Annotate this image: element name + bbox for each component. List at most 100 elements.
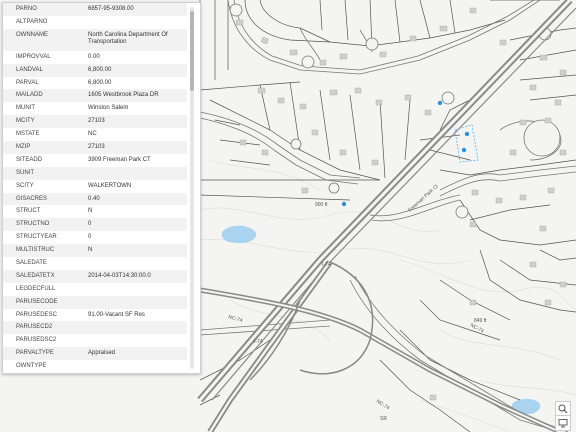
attribute-row-landval: LANDVAL 6,800.00 (3, 63, 187, 77)
attribute-key: STRUCTYEAR (16, 234, 57, 241)
attribute-key: PARUSEDESC (16, 311, 57, 318)
attribute-value: 6857-95-9308.00 (88, 6, 134, 12)
attribute-key: PARVAL (16, 79, 39, 86)
buildings (235, 7, 567, 401)
attribute-row-parusedesc: PARUSEDESC 91.00-Vacant SF Res (3, 309, 187, 322)
attribute-key: PARUSECD2 (16, 324, 53, 331)
zoom-icon (558, 404, 568, 414)
attribute-row-parusecode: PARUSECODE (3, 295, 187, 309)
attribute-value: 0.00 (88, 53, 100, 60)
attribute-value: 91.00-Vacant SF Res (88, 311, 145, 318)
pond-1 (221, 225, 257, 244)
attribute-key: MULTISTRUC (16, 247, 55, 254)
monitor-icon (558, 419, 568, 428)
attribute-key: SALEDATE (16, 260, 47, 267)
attribute-key: SITEADD (16, 156, 43, 163)
attribute-value: 2014-04-03T14:30:00.0 (88, 272, 151, 279)
attribute-value (85, 167, 187, 170)
attribute-value (85, 283, 187, 286)
attribute-key: STRUCTNO (16, 221, 50, 228)
attribute-key: LANDVAL (16, 66, 43, 73)
attribute-row-parval: PARVAL 6,800.00 (3, 77, 187, 90)
interstate-highway (197, 0, 576, 432)
attribute-row-siteadd: SITEADD 3909 Freeman Park CT (3, 154, 187, 167)
attribute-key: MAILADD (16, 92, 43, 99)
label-nc74-a: NC-74 (227, 314, 243, 324)
attribute-row-mstate: MSTATE NC (3, 128, 187, 141)
attribute-table: PARNO 6857-95-9308.00 ALTPARNO OWNNAME North… (3, 3, 187, 373)
attribute-row-structyear: STRUCTYEAR 0 (3, 231, 187, 244)
attribute-row-saledatetx: SALEDATETX 2014-04-03T14:30:00.0 (3, 269, 187, 283)
attribute-key: PARUSEDSC2 (16, 337, 57, 344)
attribute-row-mcity: MCITY 27103 (3, 115, 187, 129)
attribute-value: N (88, 247, 93, 254)
attribute-row-parno: PARNO 6857-95-9308.00 (3, 3, 187, 16)
attribute-value: WALKERTOWN (88, 182, 132, 189)
selected-parcel (454, 124, 479, 163)
panel-scrollbar-thumb[interactable] (190, 11, 194, 91)
attribute-key: SALEDATETX (16, 272, 55, 279)
attribute-panel: PARNO 6857-95-9308.00 ALTPARNO OWNNAME North… (2, 2, 201, 374)
attribute-row-mailadd: MAILADD 1605 Westbrook Plaza DR (3, 89, 187, 103)
attribute-value: Appraised (88, 350, 116, 357)
monitor-button[interactable] (555, 415, 571, 431)
attribute-row-saledate: SALEDATE (3, 257, 187, 270)
attribute-value (85, 16, 187, 19)
attribute-value (85, 321, 187, 324)
attribute-row-owntype: OWNTYPE (3, 360, 187, 373)
attribute-key: SCITY (16, 182, 34, 189)
attribute-value: North Carolina Department Of Transportat… (88, 31, 168, 45)
label-nc74-b: NC-74 (375, 399, 391, 412)
attribute-value (85, 257, 187, 260)
attribute-key: ALTPARNO (16, 18, 48, 25)
attribute-row-gisacres: GISACRES 0.40 (3, 192, 187, 206)
label-spot-b: 849 ft (474, 318, 487, 324)
attribute-key: MUNIT (16, 105, 35, 112)
attribute-value: 0 (88, 221, 92, 228)
attribute-value: Winston Salem (88, 105, 129, 112)
attribute-row-structno: STRUCTNO 0 (3, 218, 187, 232)
attribute-row-legdecfull: LEGDECFULL (3, 283, 187, 296)
attribute-value: NC (88, 131, 97, 138)
attribute-row-multistruc: MULTISTRUC N (3, 244, 187, 258)
attribute-value: 6,800.00 (88, 66, 112, 73)
terrain-contours (199, 159, 576, 432)
attribute-key: PARUSECODE (16, 298, 58, 305)
attribute-row-munit: MUNIT Winston Salem (3, 102, 187, 115)
panel-scrollbar[interactable] (190, 7, 194, 369)
attribute-row-parusecd2: PARUSECD2 (3, 321, 187, 335)
attribute-key: MZIP (16, 144, 31, 151)
attribute-key: OWNNAME (16, 31, 48, 38)
attribute-key: LEGDECFULL (16, 285, 56, 292)
attribute-value (85, 334, 187, 337)
label-nc74-c: NC-74 (469, 322, 485, 334)
attribute-key: PARNO (16, 6, 37, 12)
attribute-key: IMPROVVAL (16, 53, 51, 60)
attribute-key: STRUCT (16, 208, 41, 215)
attribute-value (85, 296, 187, 299)
attribute-row-improvval: IMPROVVAL 0.00 (3, 51, 187, 64)
label-spot-a: 900 ft (315, 202, 328, 208)
attribute-row-parusedsc2: PARUSEDSC2 (3, 334, 187, 347)
attribute-value: 27103 (88, 118, 105, 125)
attribute-row-ownname: OWNNAME North Carolina Department Of Tran… (3, 28, 187, 51)
label-freeman-park: Freeman Park Ct (407, 183, 440, 213)
attribute-key: MSTATE (16, 131, 40, 138)
attribute-value: 1605 Westbrook Plaza DR (88, 92, 159, 99)
attribute-value: 0.40 (88, 195, 100, 202)
attribute-row-struct: STRUCT N (3, 205, 187, 218)
attribute-row-mzip: MZIP 27103 (3, 141, 187, 154)
attribute-value: 3909 Freeman Park CT (88, 156, 151, 163)
attribute-value: 6,800.00 (88, 79, 112, 86)
nc74-road (199, 287, 562, 432)
attribute-row-sunit: SUNIT (3, 166, 187, 180)
attribute-key: PARVALTYPE (16, 350, 54, 357)
attribute-row-parvaltype: PARVALTYPE Appraised (3, 347, 187, 361)
attribute-value: N (88, 208, 93, 215)
attribute-row-scity: SCITY WALKERTOWN (3, 180, 187, 193)
attribute-value: 0 (88, 234, 92, 241)
attribute-key: GISACRES (16, 195, 48, 202)
label-i74-b: I-74 (254, 339, 263, 345)
attribute-value (85, 360, 187, 363)
attribute-key: OWNTYPE (16, 363, 47, 370)
